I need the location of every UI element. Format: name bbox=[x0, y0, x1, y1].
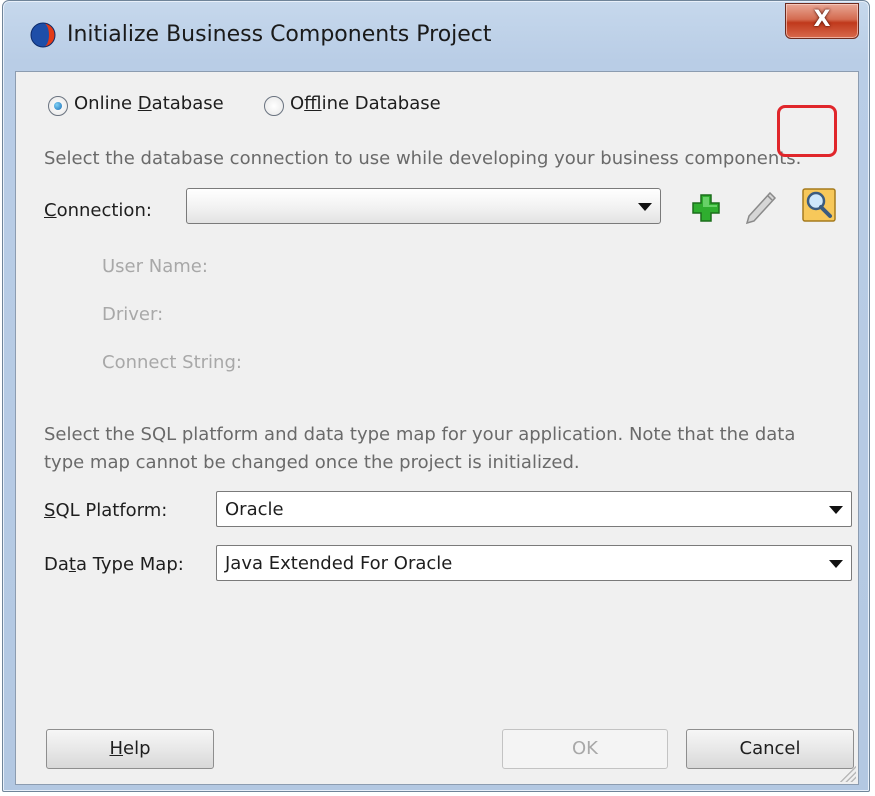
dialog-window: Initialize Business Components Project X… bbox=[2, 0, 870, 792]
chevron-down-icon bbox=[829, 506, 843, 514]
data-type-map-dropdown[interactable]: Java Extended For Oracle bbox=[216, 545, 852, 581]
browse-search-icon[interactable] bbox=[802, 188, 836, 222]
sql-platform-dropdown[interactable]: Oracle bbox=[216, 491, 852, 527]
connection-dropdown[interactable] bbox=[186, 188, 661, 224]
driver-label: Driver: bbox=[102, 304, 164, 325]
resize-grip[interactable] bbox=[840, 766, 856, 782]
connect-string-label: Connect String: bbox=[102, 352, 242, 373]
title-bar[interactable]: Initialize Business Components Project X bbox=[3, 1, 869, 71]
chevron-down-icon bbox=[638, 203, 652, 211]
chevron-down-icon bbox=[829, 560, 843, 568]
data-type-map-value: Java Extended For Oracle bbox=[225, 553, 453, 574]
help-button[interactable]: Help bbox=[46, 729, 214, 769]
cancel-button[interactable]: Cancel bbox=[686, 729, 854, 769]
dialog-content: Online Database Offline Database Select … bbox=[15, 71, 859, 785]
connection-label: Connection: bbox=[44, 200, 152, 221]
sql-platform-label: SQL Platform: bbox=[44, 500, 168, 521]
data-type-map-label: Data Type Map: bbox=[44, 554, 184, 575]
user-name-label: User Name: bbox=[102, 256, 208, 277]
app-logo-icon bbox=[30, 22, 56, 48]
edit-pencil-icon[interactable] bbox=[744, 190, 778, 226]
connection-hint: Select the database connection to use wh… bbox=[44, 148, 802, 169]
online-database-radio[interactable] bbox=[48, 96, 68, 116]
annotation-highlight-box bbox=[777, 105, 837, 157]
offline-database-label: Offline Database bbox=[290, 93, 441, 114]
window-title: Initialize Business Components Project bbox=[67, 22, 492, 47]
offline-database-radio[interactable] bbox=[264, 96, 284, 116]
close-button[interactable]: X bbox=[785, 3, 859, 39]
online-database-label: Online Database bbox=[74, 93, 224, 114]
sql-platform-value: Oracle bbox=[225, 499, 284, 520]
platform-hint-line1: Select the SQL platform and data type ma… bbox=[44, 424, 796, 445]
platform-hint-line2: type map cannot be changed once the proj… bbox=[44, 452, 580, 473]
ok-button[interactable]: OK bbox=[502, 729, 668, 769]
add-icon[interactable] bbox=[690, 192, 722, 224]
